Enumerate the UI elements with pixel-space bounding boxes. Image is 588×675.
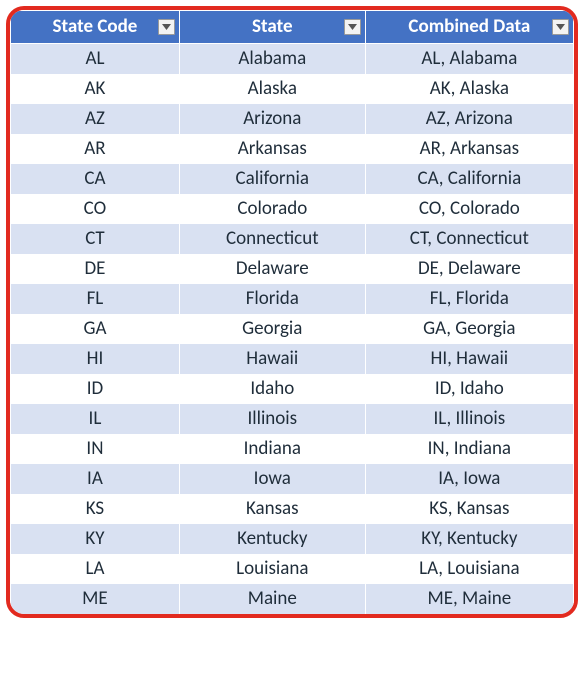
- cell-combined[interactable]: ME, Maine: [365, 584, 573, 614]
- cell-state[interactable]: Georgia: [179, 314, 365, 344]
- header-combined-data[interactable]: Combined Data: [365, 11, 573, 44]
- cell-state-code[interactable]: HI: [11, 344, 180, 374]
- table-row[interactable]: MEMaineME, Maine: [11, 584, 574, 614]
- table-row[interactable]: ARArkansasAR, Arkansas: [11, 134, 574, 164]
- table-highlight-frame: State Code State Combined Data: [6, 6, 578, 618]
- cell-combined[interactable]: AK, Alaska: [365, 74, 573, 104]
- cell-state[interactable]: California: [179, 164, 365, 194]
- cell-state[interactable]: Connecticut: [179, 224, 365, 254]
- table-row[interactable]: LALouisianaLA, Louisiana: [11, 554, 574, 584]
- cell-state-code[interactable]: CA: [11, 164, 180, 194]
- dropdown-arrow-icon: [348, 24, 357, 30]
- cell-state-code[interactable]: LA: [11, 554, 180, 584]
- cell-combined[interactable]: LA, Louisiana: [365, 554, 573, 584]
- header-label: State: [252, 15, 293, 38]
- cell-combined[interactable]: ID, Idaho: [365, 374, 573, 404]
- cell-combined[interactable]: HI, Hawaii: [365, 344, 573, 374]
- cell-combined[interactable]: KS, Kansas: [365, 494, 573, 524]
- table-row[interactable]: INIndianaIN, Indiana: [11, 434, 574, 464]
- cell-state[interactable]: Delaware: [179, 254, 365, 284]
- cell-state-code[interactable]: AR: [11, 134, 180, 164]
- cell-combined[interactable]: IN, Indiana: [365, 434, 573, 464]
- cell-combined[interactable]: CA, California: [365, 164, 573, 194]
- table-row[interactable]: IAIowaIA, Iowa: [11, 464, 574, 494]
- cell-state-code[interactable]: CT: [11, 224, 180, 254]
- cell-state[interactable]: Indiana: [179, 434, 365, 464]
- table-row[interactable]: CTConnecticutCT, Connecticut: [11, 224, 574, 254]
- table-row[interactable]: AKAlaskaAK, Alaska: [11, 74, 574, 104]
- cell-state-code[interactable]: DE: [11, 254, 180, 284]
- cell-state-code[interactable]: IA: [11, 464, 180, 494]
- cell-state[interactable]: Arkansas: [179, 134, 365, 164]
- cell-state-code[interactable]: FL: [11, 284, 180, 314]
- header-state[interactable]: State: [179, 11, 365, 44]
- table-row[interactable]: IDIdahoID, Idaho: [11, 374, 574, 404]
- cell-combined[interactable]: CT, Connecticut: [365, 224, 573, 254]
- cell-state[interactable]: Hawaii: [179, 344, 365, 374]
- cell-state[interactable]: Louisiana: [179, 554, 365, 584]
- cell-state-code[interactable]: GA: [11, 314, 180, 344]
- cell-state[interactable]: Alabama: [179, 44, 365, 75]
- header-state-code[interactable]: State Code: [11, 11, 180, 44]
- cell-state[interactable]: Maine: [179, 584, 365, 614]
- cell-combined[interactable]: FL, Florida: [365, 284, 573, 314]
- cell-state-code[interactable]: IL: [11, 404, 180, 434]
- cell-state-code[interactable]: CO: [11, 194, 180, 224]
- filter-button-state-code[interactable]: [158, 19, 175, 35]
- cell-combined[interactable]: DE, Delaware: [365, 254, 573, 284]
- cell-state[interactable]: Colorado: [179, 194, 365, 224]
- cell-state[interactable]: Arizona: [179, 104, 365, 134]
- cell-state[interactable]: Florida: [179, 284, 365, 314]
- cell-combined[interactable]: AR, Arkansas: [365, 134, 573, 164]
- cell-state-code[interactable]: ME: [11, 584, 180, 614]
- cell-state-code[interactable]: AK: [11, 74, 180, 104]
- table-row[interactable]: ALAlabamaAL, Alabama: [11, 44, 574, 75]
- cell-combined[interactable]: KY, Kentucky: [365, 524, 573, 554]
- cell-state[interactable]: Kansas: [179, 494, 365, 524]
- filter-button-state[interactable]: [344, 19, 361, 35]
- header-label: Combined Data: [408, 15, 530, 38]
- cell-state-code[interactable]: AL: [11, 44, 180, 75]
- table-row[interactable]: CACaliforniaCA, California: [11, 164, 574, 194]
- cell-state-code[interactable]: IN: [11, 434, 180, 464]
- table-row[interactable]: AZArizonaAZ, Arizona: [11, 104, 574, 134]
- table-row[interactable]: FLFloridaFL, Florida: [11, 284, 574, 314]
- table-header-row: State Code State Combined Data: [11, 11, 574, 44]
- table-row[interactable]: GAGeorgiaGA, Georgia: [11, 314, 574, 344]
- dropdown-arrow-icon: [556, 24, 565, 30]
- filter-button-combined[interactable]: [552, 19, 569, 35]
- table-row[interactable]: KYKentuckyKY, Kentucky: [11, 524, 574, 554]
- table-row[interactable]: HIHawaiiHI, Hawaii: [11, 344, 574, 374]
- cell-combined[interactable]: AL, Alabama: [365, 44, 573, 75]
- cell-state-code[interactable]: ID: [11, 374, 180, 404]
- table-row[interactable]: DEDelawareDE, Delaware: [11, 254, 574, 284]
- cell-state-code[interactable]: KY: [11, 524, 180, 554]
- cell-state[interactable]: Idaho: [179, 374, 365, 404]
- table-row[interactable]: COColoradoCO, Colorado: [11, 194, 574, 224]
- states-table: State Code State Combined Data: [10, 10, 574, 614]
- cell-state-code[interactable]: KS: [11, 494, 180, 524]
- cell-state[interactable]: Iowa: [179, 464, 365, 494]
- dropdown-arrow-icon: [162, 24, 171, 30]
- cell-state-code[interactable]: AZ: [11, 104, 180, 134]
- cell-combined[interactable]: AZ, Arizona: [365, 104, 573, 134]
- cell-state[interactable]: Kentucky: [179, 524, 365, 554]
- cell-combined[interactable]: CO, Colorado: [365, 194, 573, 224]
- table-row[interactable]: KSKansasKS, Kansas: [11, 494, 574, 524]
- cell-state[interactable]: Illinois: [179, 404, 365, 434]
- table-row[interactable]: ILIllinoisIL, Illinois: [11, 404, 574, 434]
- cell-combined[interactable]: IA, Iowa: [365, 464, 573, 494]
- header-label: State Code: [53, 15, 138, 38]
- cell-state[interactable]: Alaska: [179, 74, 365, 104]
- cell-combined[interactable]: IL, Illinois: [365, 404, 573, 434]
- cell-combined[interactable]: GA, Georgia: [365, 314, 573, 344]
